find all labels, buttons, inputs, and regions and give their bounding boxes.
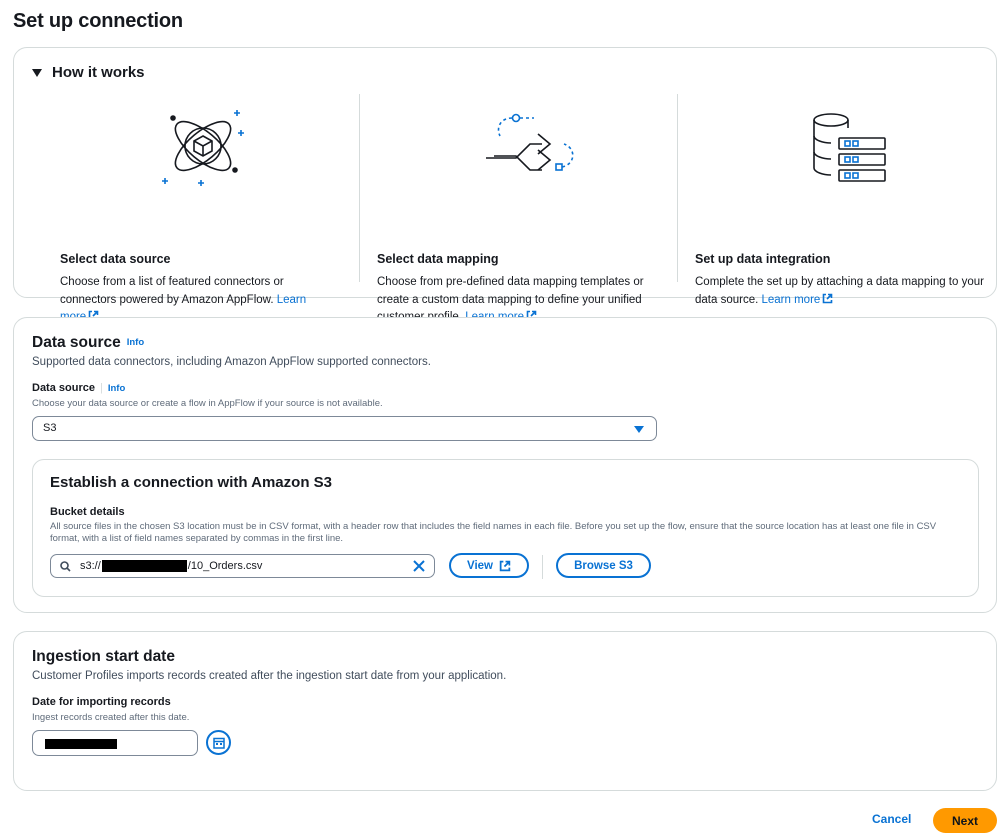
data-source-orbit-icon <box>155 104 255 188</box>
view-button-label: View <box>467 559 493 572</box>
step-description-text: Choose from a list of featured connector… <box>60 276 284 306</box>
learn-more-link[interactable]: Learn more <box>761 293 834 306</box>
external-link-icon <box>823 293 833 303</box>
calendar-button[interactable] <box>206 730 231 755</box>
data-source-select[interactable]: S3 <box>32 416 657 441</box>
next-button[interactable]: Next <box>933 808 997 833</box>
s3-path-prefix: s3:// <box>80 560 101 572</box>
step-description: Complete the set up by attaching a data … <box>695 274 985 309</box>
step-title: Select data mapping <box>377 252 499 266</box>
view-button[interactable]: View <box>449 553 529 578</box>
date-field-label: Date for importing records <box>32 696 171 708</box>
column-divider <box>359 94 360 282</box>
dropdown-caret-icon <box>634 426 644 433</box>
learn-more-label: Learn more <box>761 293 821 306</box>
data-source-heading: Data source Info <box>32 334 144 352</box>
redacted-date-value <box>45 739 117 749</box>
data-source-title: Data source <box>32 334 121 351</box>
how-it-works-toggle[interactable]: How it works <box>32 64 145 81</box>
step-title: Select data source <box>60 252 171 266</box>
data-source-description: Supported data connectors, including Ama… <box>32 356 431 368</box>
step-description-text: Complete the set up by attaching a data … <box>695 276 984 306</box>
s3-path-value: s3:// /10_Orders.csv <box>80 560 262 572</box>
field-label-text: Data source <box>32 382 95 394</box>
bucket-details-label: Bucket details <box>50 506 125 518</box>
date-field-hint: Ingest records created after this date. <box>32 712 190 723</box>
calendar-icon <box>212 737 225 749</box>
field-info-link[interactable]: Info <box>108 383 125 394</box>
data-source-field-label: Data source | Info <box>32 382 125 394</box>
ingestion-heading: Ingestion start date <box>32 648 175 665</box>
date-input[interactable] <box>32 730 198 756</box>
ingestion-description: Customer Profiles imports records create… <box>32 670 507 682</box>
browse-s3-label: Browse S3 <box>574 559 633 572</box>
data-mapping-arrows-icon <box>480 104 580 188</box>
step-title: Set up data integration <box>695 252 831 266</box>
s3-connection-container: Establish a connection with Amazon S3 Bu… <box>32 459 979 597</box>
page-title: Set up connection <box>13 10 183 32</box>
cancel-button[interactable]: Cancel <box>872 812 911 826</box>
column-divider <box>677 94 678 282</box>
redacted-bucket-name <box>101 560 187 572</box>
clear-icon[interactable] <box>412 559 426 573</box>
data-source-info-link[interactable]: Info <box>127 337 144 348</box>
ingestion-panel: Ingestion start date Customer Profiles i… <box>13 631 997 791</box>
external-link-icon <box>499 560 511 571</box>
button-divider <box>542 555 543 579</box>
label-divider: | <box>99 382 103 394</box>
data-source-field-hint: Choose your data source or create a flow… <box>32 398 383 409</box>
selected-value: S3 <box>43 422 57 434</box>
browse-s3-button[interactable]: Browse S3 <box>556 553 651 578</box>
s3-path-input[interactable]: s3:// /10_Orders.csv <box>50 554 435 578</box>
search-icon <box>60 561 71 572</box>
caret-down-icon <box>32 68 42 77</box>
how-it-works-panel: How it works Select data source Choose f… <box>13 47 997 323</box>
data-source-panel: Data source Info Supported data connector… <box>13 317 997 613</box>
database-server-icon <box>793 104 893 188</box>
bucket-details-description: All source files in the chosen S3 locati… <box>50 521 937 544</box>
s3-connection-heading: Establish a connection with Amazon S3 <box>50 474 332 491</box>
s3-path-suffix: /10_Orders.csv <box>187 560 263 572</box>
how-it-works-heading: How it works <box>52 64 145 81</box>
